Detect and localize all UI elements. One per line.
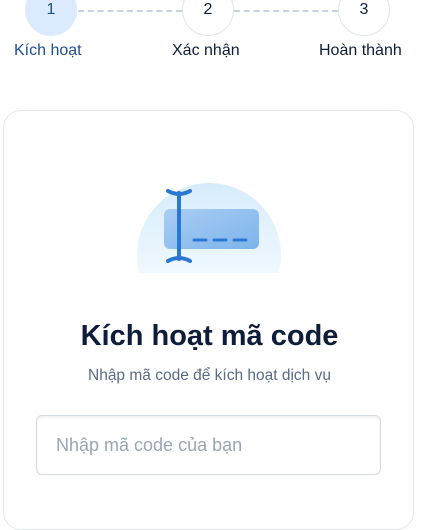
activation-stepper: 1 2 3 Kích hoạt Xác nhận Hoàn thành xyxy=(0,0,427,70)
step-2-indicator: 2 xyxy=(182,0,234,36)
card-title: Kích hoạt mã code xyxy=(80,320,339,352)
step-1-indicator: 1 xyxy=(25,0,77,36)
step-connector-2 xyxy=(234,10,338,12)
activation-code-input[interactable] xyxy=(36,415,381,475)
card-with-text-cursor-icon xyxy=(137,183,281,273)
step-1-label: Kích hoạt xyxy=(14,42,82,59)
activation-card: Kích hoạt mã code Nhập mã code để kích h… xyxy=(3,110,414,530)
step-1-number: 1 xyxy=(46,1,56,18)
step-2-label: Xác nhận xyxy=(172,42,240,59)
card-subtitle: Nhập mã code để kích hoạt dịch vụ xyxy=(88,367,331,384)
step-2-number: 2 xyxy=(203,1,213,18)
step-3-indicator: 3 xyxy=(338,0,390,36)
step-3-label: Hoàn thành xyxy=(319,42,402,59)
step-3-number: 3 xyxy=(359,1,369,18)
step-connector-1 xyxy=(78,10,182,12)
